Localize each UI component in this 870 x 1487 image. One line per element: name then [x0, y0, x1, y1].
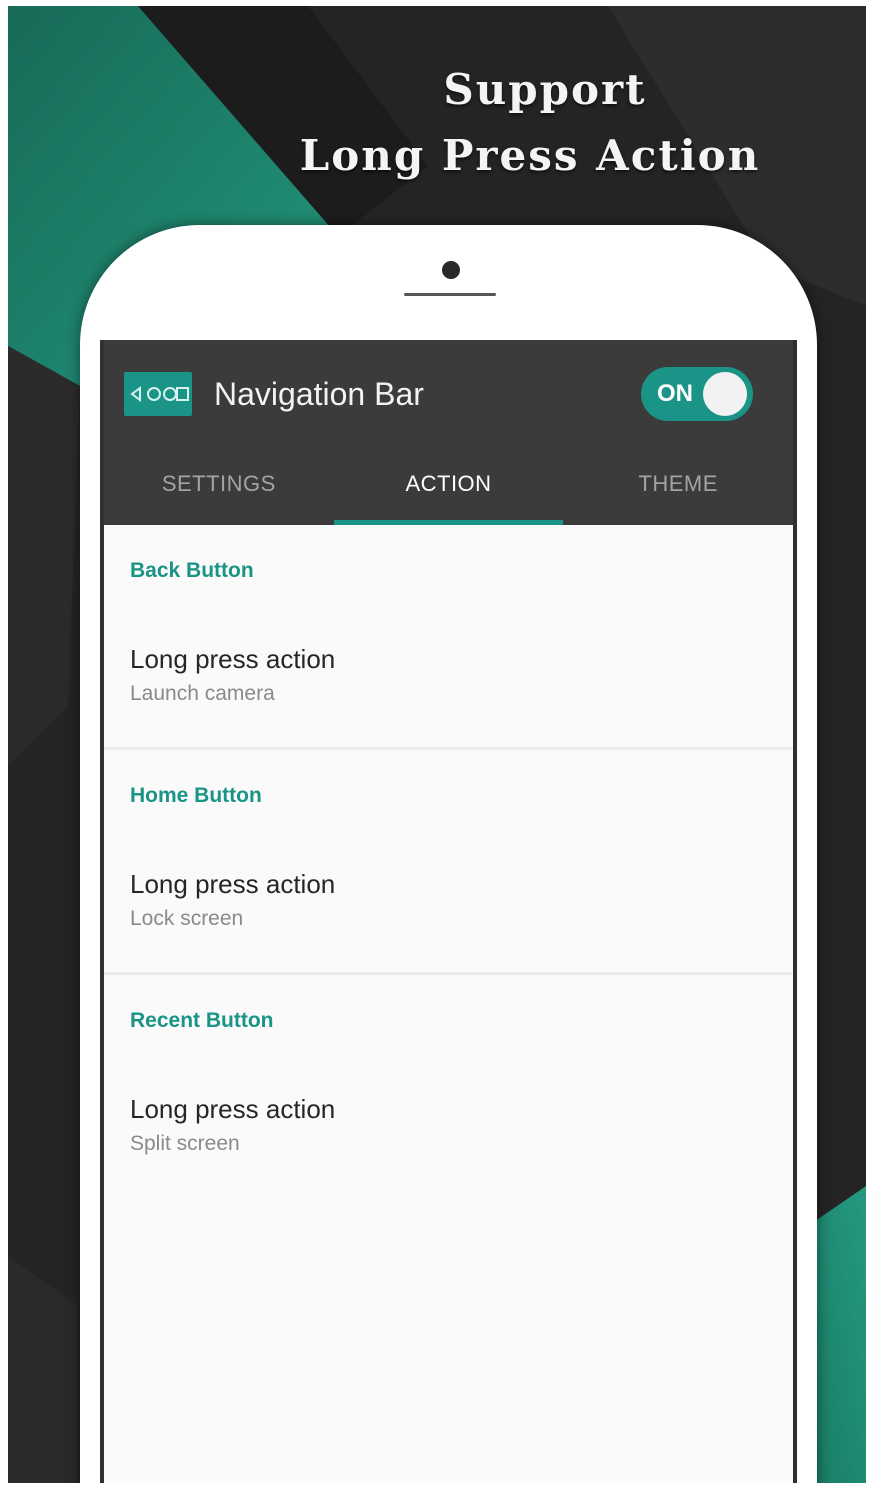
nav-bar-icon — [124, 372, 192, 416]
toggle-label: ON — [657, 380, 693, 407]
tab-settings[interactable]: SETTINGS — [104, 443, 334, 525]
item-title: Long press action — [130, 869, 336, 899]
back-button-section: Back Button Long press action Launch cam… — [104, 525, 793, 750]
recent-long-press-item[interactable]: Long press action Split screen — [104, 1071, 793, 1181]
enable-toggle[interactable]: ON — [641, 367, 753, 421]
headline: Support Long Press Action — [280, 62, 780, 194]
tab-theme[interactable]: THEME — [563, 443, 793, 525]
promo-frame: Support Long Press Action Navigation Bar… — [8, 6, 866, 1483]
section-header: Back Button — [130, 559, 254, 582]
item-title: Long press action — [130, 1094, 336, 1124]
tab-action[interactable]: ACTION — [333, 443, 564, 525]
back-long-press-item[interactable]: Long press action Launch camera — [104, 621, 793, 731]
earpiece-speaker — [404, 293, 496, 296]
home-button-section: Home Button Long press action Lock scree… — [104, 750, 793, 975]
item-value: Launch camera — [130, 682, 275, 705]
headline-line-2: Long Press Action — [299, 131, 761, 180]
phone-mockup: Navigation Bar ON SETTINGS ACTION THEME … — [80, 225, 817, 1483]
app-screen: Navigation Bar ON SETTINGS ACTION THEME … — [100, 340, 797, 1483]
front-camera — [442, 261, 460, 279]
item-value: Lock screen — [130, 907, 244, 930]
headline-line-1: Support — [443, 65, 647, 114]
item-value: Split screen — [130, 1132, 240, 1155]
app-bar: Navigation Bar ON SETTINGS ACTION THEME — [104, 340, 793, 525]
section-header: Home Button — [130, 784, 262, 807]
app-title: Navigation Bar — [214, 376, 424, 412]
section-header: Recent Button — [130, 1009, 274, 1032]
home-long-press-item[interactable]: Long press action Lock screen — [104, 846, 793, 956]
recent-button-section: Recent Button Long press action Split sc… — [104, 975, 793, 1197]
tab-bar: SETTINGS ACTION THEME — [104, 443, 793, 525]
item-title: Long press action — [130, 644, 336, 674]
toggle-knob — [703, 372, 747, 416]
